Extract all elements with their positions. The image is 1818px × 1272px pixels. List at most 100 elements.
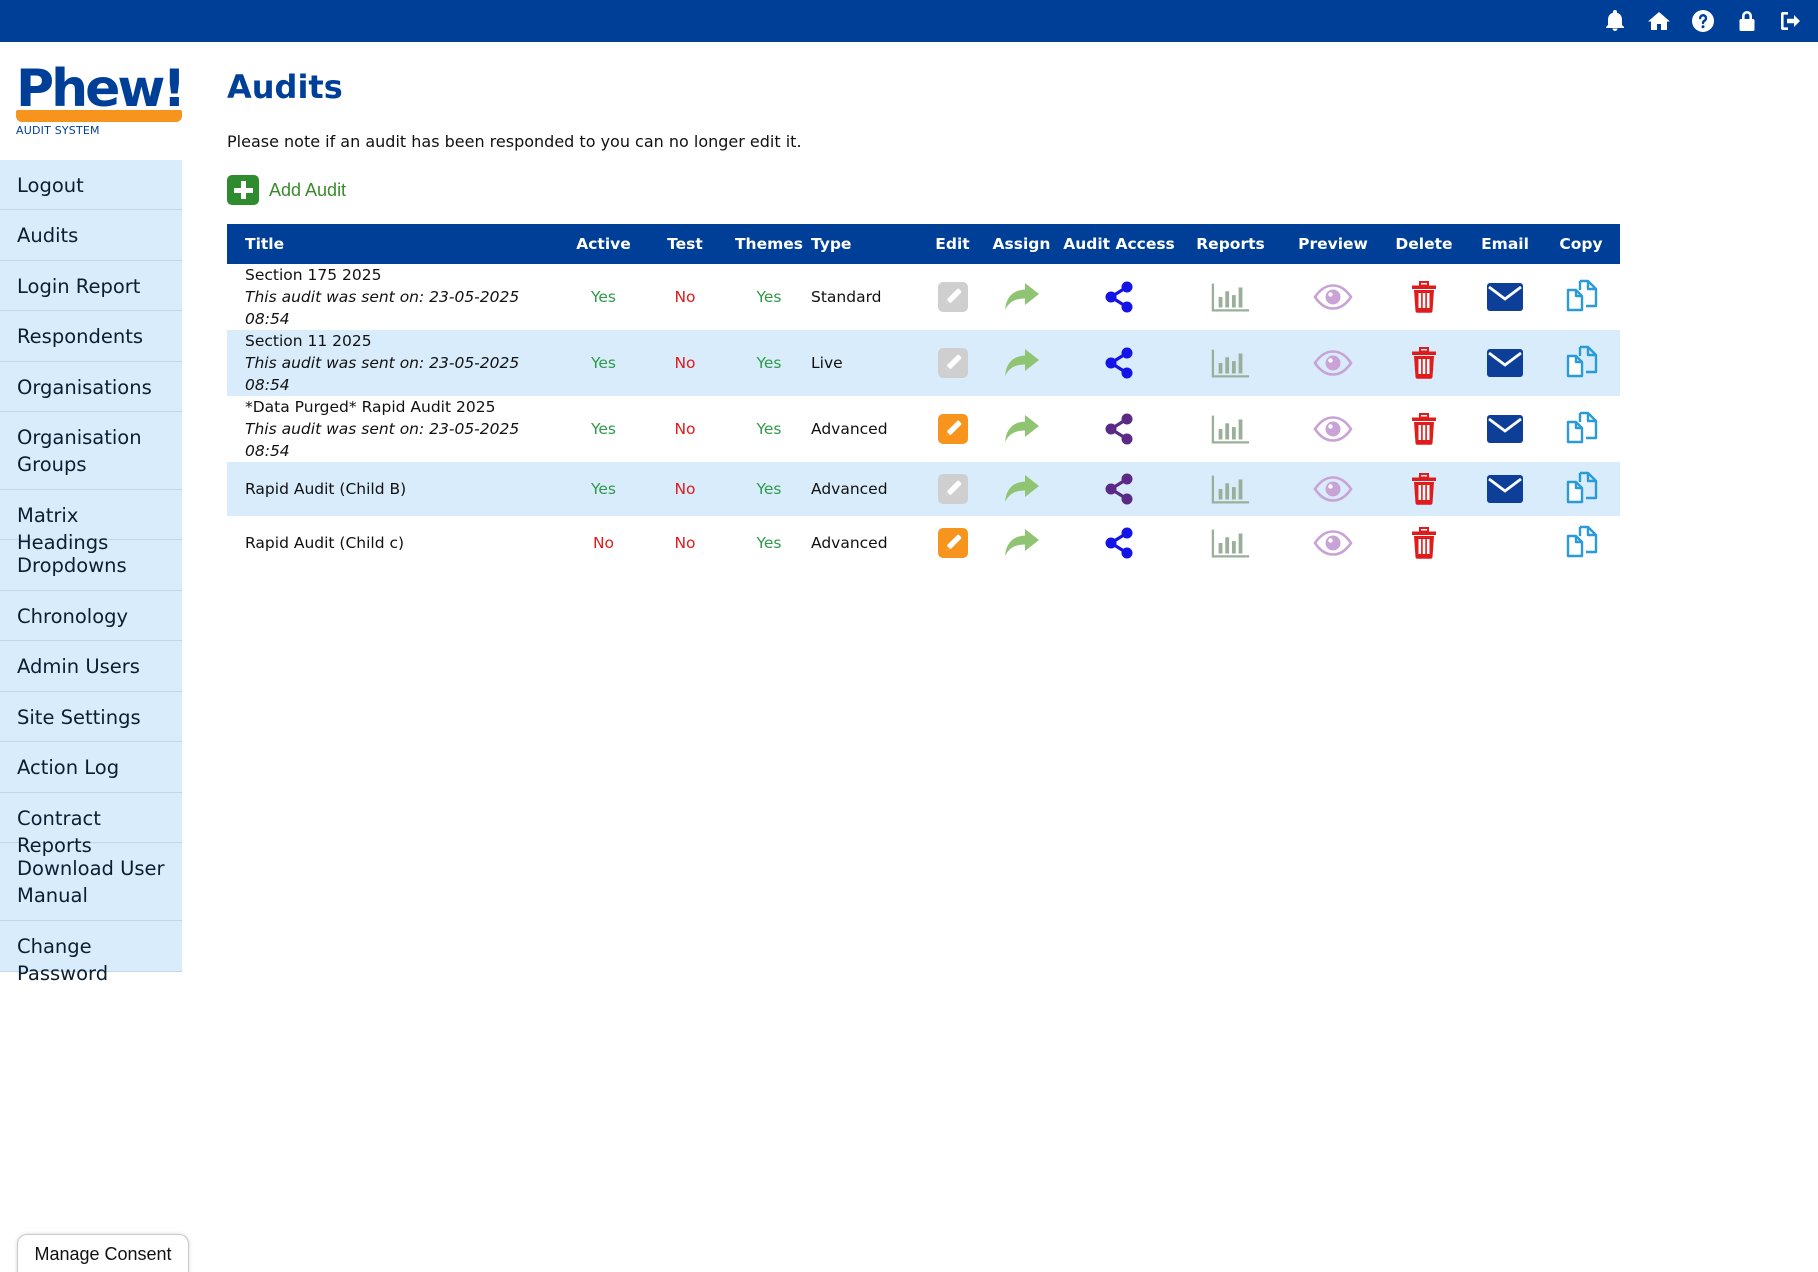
sidebar-item-login-report[interactable]: Login Report [0,261,182,311]
copy-cell [1542,516,1620,570]
bar-chart-icon[interactable] [1211,525,1251,561]
eye-icon[interactable] [1313,525,1353,561]
type-cell: Advanced [811,534,888,552]
sidebar-item-site-settings[interactable]: Site Settings [0,692,182,742]
share-icon[interactable] [1099,471,1139,507]
bell-icon[interactable] [1602,8,1628,34]
envelope-icon[interactable] [1485,471,1525,507]
logout-icon[interactable] [1778,8,1804,34]
bar-chart-icon[interactable] [1211,345,1251,381]
audit-title-cell: Rapid Audit (Child c) [227,516,564,570]
delete-cell [1380,516,1468,570]
envelope-icon[interactable] [1485,279,1525,315]
email-cell [1468,396,1542,462]
bar-chart-icon[interactable] [1211,471,1251,507]
delete-cell [1380,396,1468,462]
copy-icon[interactable] [1561,279,1601,315]
reports-cell [1175,462,1286,516]
trash-icon[interactable] [1404,471,1444,507]
bar-chart-icon[interactable] [1211,411,1251,447]
reports-cell [1175,396,1286,462]
preview-cell [1286,330,1380,396]
bar-chart-icon[interactable] [1211,279,1251,315]
assign-arrow-icon[interactable] [1002,345,1042,381]
sidebar-item-organisations[interactable]: Organisations [0,362,182,412]
eye-icon[interactable] [1313,411,1353,447]
audit-title: *Data Purged* Rapid Audit 2025 [245,398,496,416]
edit-cell [925,264,980,330]
add-audit-button[interactable]: Add Audit [227,175,346,205]
audit-title-cell: Section 175 2025 This audit was sent on:… [227,264,564,330]
table-row: Rapid Audit (Child c) No No Yes Advanced [227,516,1620,570]
copy-icon[interactable] [1561,525,1601,561]
header-edit: Edit [935,235,970,253]
email-cell [1468,330,1542,396]
header-themes[interactable]: Themes [727,224,811,264]
header-test[interactable]: Test [643,224,727,264]
audit-sent-date: This audit was sent on: 23-05-2025 08:54 [245,420,520,460]
copy-icon[interactable] [1561,345,1601,381]
edit-cell [925,330,980,396]
edit-icon[interactable] [933,411,973,447]
header-title[interactable]: Title [227,224,564,264]
type-cell: Standard [811,288,882,306]
assign-arrow-icon[interactable] [1002,525,1042,561]
assign-arrow-icon[interactable] [1002,411,1042,447]
share-icon[interactable] [1099,279,1139,315]
sidebar-item-download-user-manual[interactable]: Download User Manual [0,843,182,921]
email-cell [1468,462,1542,516]
assign-cell [980,264,1063,330]
assign-arrow-icon[interactable] [1002,279,1042,315]
phew-logo: Phew! AUDIT SYSTEM [16,62,186,140]
share-icon[interactable] [1099,345,1139,381]
sidebar-item-change-password[interactable]: Change Password [0,921,182,985]
sidebar-item-action-log[interactable]: Action Log [0,742,182,793]
manage-consent-button[interactable]: Manage Consent [17,1234,189,1272]
trash-icon[interactable] [1404,345,1444,381]
share-icon[interactable] [1099,411,1139,447]
share-icon[interactable] [1099,525,1139,561]
test-cell: No [674,354,696,372]
preview-cell [1286,516,1380,570]
assign-arrow-icon[interactable] [1002,471,1042,507]
delete-cell [1380,462,1468,516]
edit-cell [925,396,980,462]
sidebar-item-logout[interactable]: Logout [0,160,182,210]
sidebar-item-organisation-groups[interactable]: Organisation Groups [0,412,182,490]
sidebar-item-respondents[interactable]: Respondents [0,311,182,362]
reports-cell [1175,516,1286,570]
sidebar-item-matrix-headings[interactable]: Matrix Headings [0,490,182,554]
copy-icon[interactable] [1561,411,1601,447]
sidebar-item-chronology[interactable]: Chronology [0,591,182,641]
envelope-icon[interactable] [1485,411,1525,447]
audit-access-cell [1063,462,1175,516]
trash-icon[interactable] [1404,525,1444,561]
sidebar-item-audits[interactable]: Audits [0,210,182,261]
sidebar-item-contract-reports[interactable]: Contract Reports [0,793,182,857]
assign-cell [980,462,1063,516]
audit-rows: Section 175 2025 This audit was sent on:… [227,264,1620,570]
copy-icon[interactable] [1561,471,1601,507]
header-reports: Reports [1196,235,1265,253]
trash-icon[interactable] [1404,279,1444,315]
audit-title: Rapid Audit (Child B) [245,480,407,498]
copy-cell [1542,330,1620,396]
eye-icon[interactable] [1313,471,1353,507]
audit-title: Section 175 2025 [245,266,382,284]
trash-icon[interactable] [1404,411,1444,447]
themes-cell: Yes [756,420,782,438]
header-type[interactable]: Type [811,224,925,264]
assign-cell [980,516,1063,570]
edit-icon [933,279,973,315]
assign-cell [980,330,1063,396]
header-active[interactable]: Active [564,224,643,264]
edit-icon[interactable] [933,525,973,561]
lock-icon[interactable] [1734,8,1760,34]
eye-icon[interactable] [1313,345,1353,381]
envelope-icon[interactable] [1485,345,1525,381]
home-icon[interactable] [1646,8,1672,34]
eye-icon[interactable] [1313,279,1353,315]
sidebar-item-admin-users[interactable]: Admin Users [0,641,182,692]
test-cell: No [674,480,696,498]
help-icon[interactable] [1690,8,1716,34]
